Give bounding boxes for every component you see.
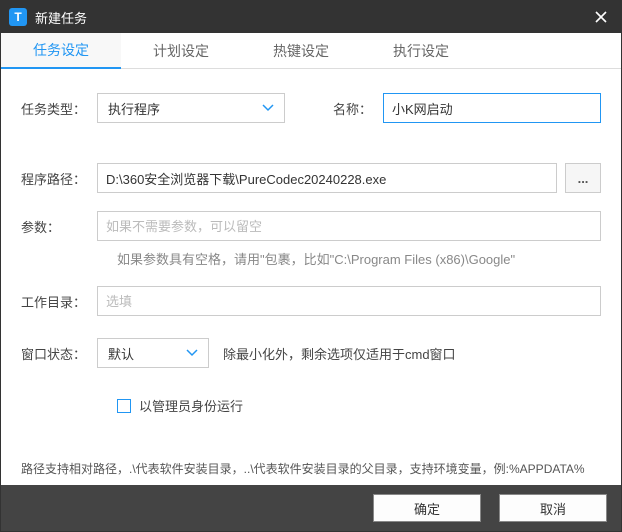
args-hint: 如果参数具有空格，请用"包裹，比如"C:\Program Files (x86)… [117,249,601,268]
tab-hotkey-settings[interactable]: 热键设定 [241,33,361,69]
tab-schedule-settings[interactable]: 计划设定 [121,33,241,69]
browse-button[interactable]: ... [565,163,601,193]
tab-execute-settings[interactable]: 执行设定 [361,33,481,69]
ok-button[interactable]: 确定 [373,494,481,522]
row-type-name: 任务类型： 执行程序 名称： [21,93,601,123]
admin-checkbox[interactable] [117,399,131,413]
window-note: 除最小化外，剩余选项仅适用于cmd窗口 [223,344,456,363]
footer-bar: 确定 取消 [1,485,621,531]
window-state-value: 默认 [108,344,180,363]
app-icon: T [9,8,27,26]
path-label: 程序路径： [21,169,97,188]
cancel-button[interactable]: 取消 [499,494,607,522]
row-admin: 以管理员身份运行 [117,396,601,415]
task-type-select[interactable]: 执行程序 [97,93,285,123]
chevron-down-icon [186,349,198,357]
row-args: 参数： [21,211,601,241]
workdir-label: 工作目录： [21,292,97,311]
row-workdir: 工作目录： [21,286,601,316]
admin-label: 以管理员身份运行 [139,396,243,415]
window-label: 窗口状态： [21,344,97,363]
path-support-hint: 路径支持相对路径，.\代表软件安装目录，..\代表软件安装目录的父目录，支持环境… [21,460,601,477]
form-body: 任务类型： 执行程序 名称： 程序路径： ... 参数： 如果参数具有空格，请用… [1,69,621,485]
close-icon[interactable] [589,5,613,29]
args-label: 参数： [21,217,97,236]
row-window: 窗口状态： 默认 除最小化外，剩余选项仅适用于cmd窗口 [21,338,601,368]
window-state-select[interactable]: 默认 [97,338,209,368]
title-bar: T 新建任务 [1,1,621,33]
args-input[interactable] [97,211,601,241]
chevron-down-icon [262,104,274,112]
task-type-value: 执行程序 [108,99,256,118]
dialog-window: T 新建任务 任务设定 计划设定 热键设定 执行设定 任务类型： 执行程序 名称… [0,0,622,532]
workdir-input[interactable] [97,286,601,316]
tab-bar: 任务设定 计划设定 热键设定 执行设定 [1,33,621,69]
window-title: 新建任务 [35,8,589,27]
type-label: 任务类型： [21,99,97,118]
program-path-input[interactable] [97,163,557,193]
tab-task-settings[interactable]: 任务设定 [1,33,121,69]
row-path: 程序路径： ... [21,163,601,193]
name-label: 名称： [333,99,383,118]
task-name-input[interactable] [383,93,601,123]
